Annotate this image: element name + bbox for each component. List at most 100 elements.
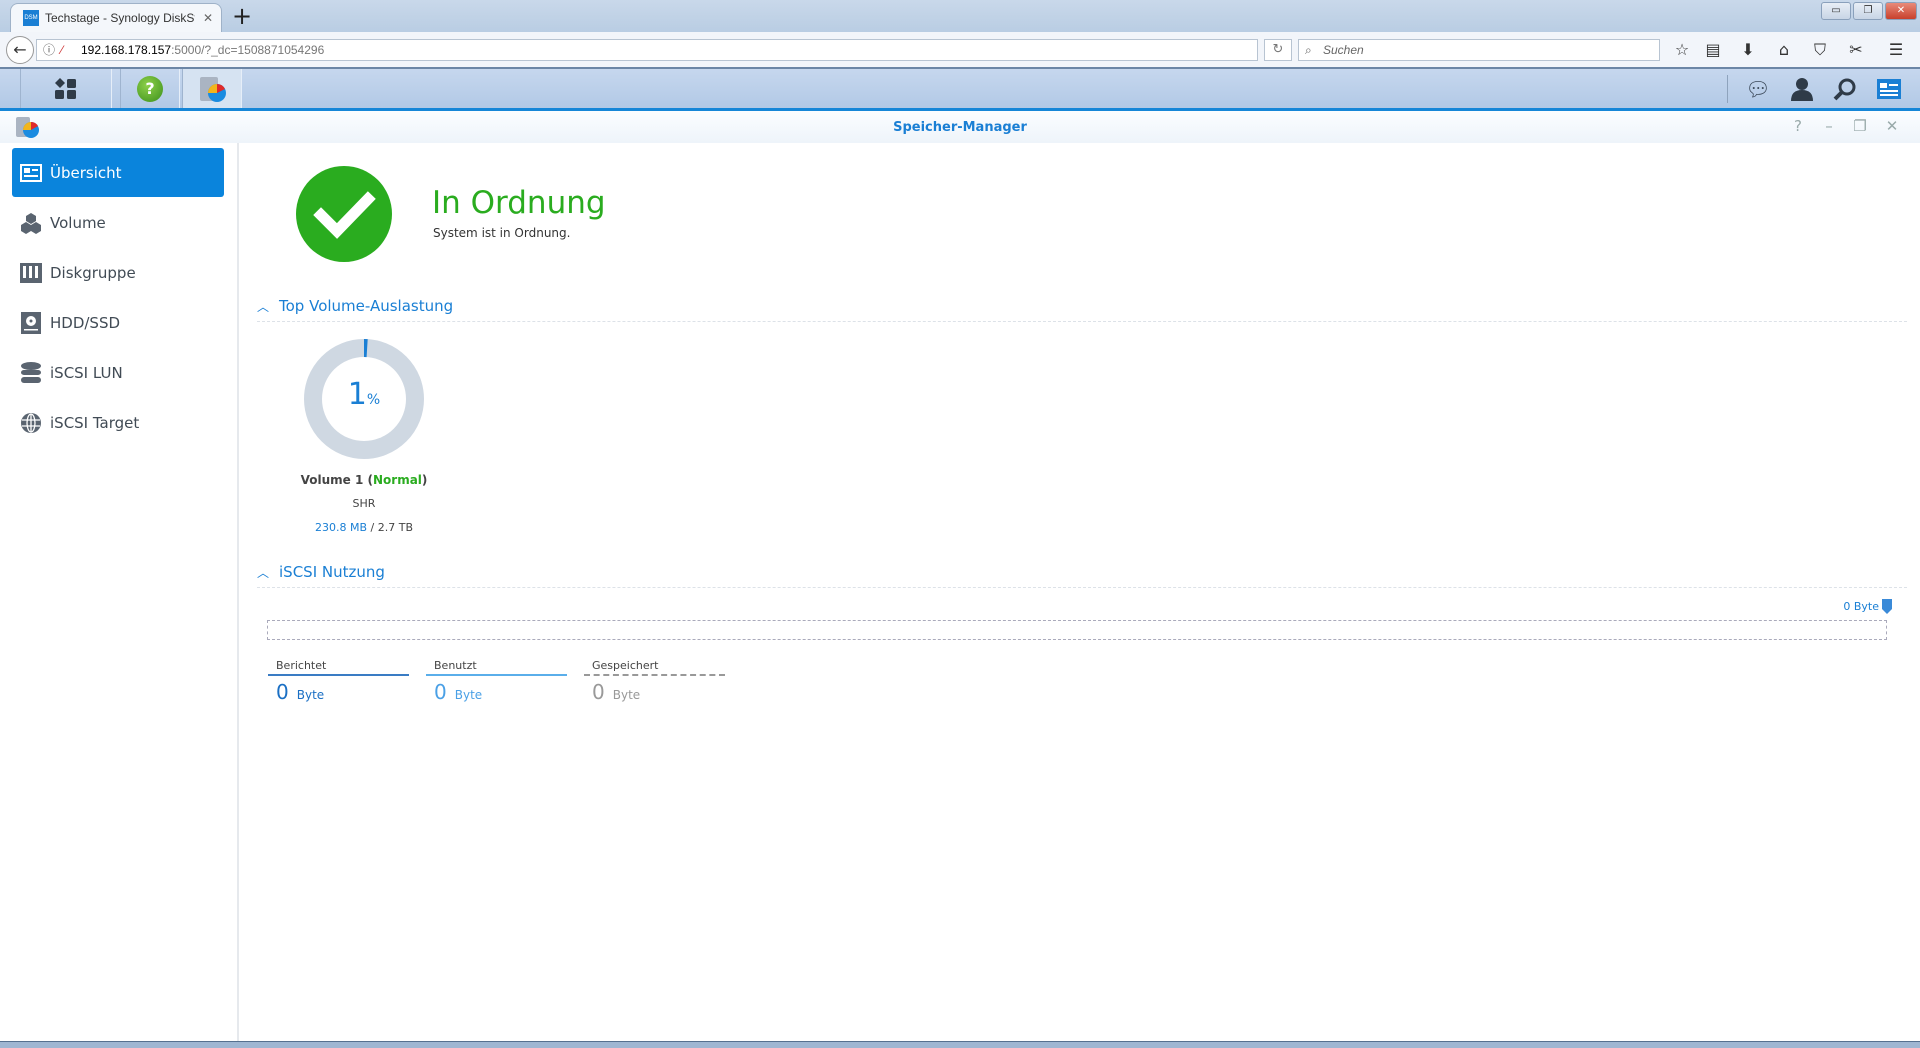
sidebar-item-label: iSCSI LUN [50,363,123,382]
stat-reported: Berichtet 0 Byte [268,659,409,704]
os-close-button[interactable]: ✕ [1885,2,1917,20]
window-header: Speicher-Manager ? – ❐ ✕ [0,111,1920,143]
user-icon[interactable] [1787,75,1817,103]
volume-used: 230.8 MB [315,521,368,534]
screenshot-icon[interactable]: ✂ [1844,40,1868,59]
volume-percent: 1% [304,377,424,412]
volume-state: Normal [372,473,422,487]
status-ok-icon [296,166,392,262]
sidebar-item-label: HDD/SSD [50,313,121,332]
search-icon: ⌕ [1305,43,1312,57]
url-bar[interactable]: ⓘ ⁄ 192.168.178.157:5000/?_dc=1508871054… [36,39,1258,61]
browser-navbar: ← ⓘ ⁄ 192.168.178.157:5000/?_dc=15088710… [0,32,1920,69]
help-icon: ? [137,75,163,102]
stat-value: 0 [276,680,289,704]
status-subtitle: System ist in Ordnung. [433,226,571,240]
percent-sign: % [366,392,381,408]
main-content: In Ordnung System ist in Ordnung. ︿ Top V… [241,143,1920,1041]
overview-icon [20,162,42,184]
sidebar-item-hdd-ssd[interactable]: HDD/SSD [12,298,224,347]
notifications-icon[interactable]: 💬︎ [1743,75,1773,103]
search-icon[interactable] [1830,75,1860,103]
os-taskbar [0,1041,1920,1048]
volume-name-text: Volume 1 [300,473,364,487]
stat-used: Benutzt 0 Byte [426,659,567,704]
window-maximize-button[interactable]: ❐ [1850,117,1870,135]
stat-label: Berichtet [268,659,409,676]
dsm-taskbar: ? 💬︎ [0,69,1920,108]
pocket-icon[interactable]: ⛉ [1808,40,1832,60]
tab-title: Techstage - Synology DiskSta [45,11,195,25]
volume-icon [20,212,42,234]
storage-manager-taskbar-button[interactable] [182,69,242,108]
volume-donut: 1% [304,339,424,459]
help-button[interactable]: ? [120,69,180,108]
iscsi-usage-bar [267,620,1887,640]
sidebar-item-label: Diskgruppe [50,263,136,282]
window-minimize-button[interactable]: – [1819,117,1839,135]
home-icon[interactable]: ⌂ [1772,40,1796,59]
storage-manager-icon [200,76,226,102]
window-help-button[interactable]: ? [1788,117,1808,135]
bookmark-star-icon[interactable]: ☆ [1670,40,1694,59]
sidebar-item-label: Übersicht [50,163,122,182]
widgets-icon[interactable] [1874,75,1904,103]
iscsi-scale-label: 0 Byte [1843,600,1879,613]
capacity-separator: / [367,521,378,534]
stat-value: 0 [592,680,605,704]
sidebar-item-diskgroup[interactable]: Diskgruppe [12,248,224,297]
sidebar-item-iscsi-target[interactable]: iSCSI Target [12,398,224,447]
sidebar: Übersicht Volume Diskgruppe HDD/SSD iSCS… [0,143,239,1041]
section-title: iSCSI Nutzung [279,563,385,581]
section-divider [257,321,1907,322]
sidebar-item-label: Volume [50,213,106,232]
volume-capacity: 230.8 MB / 2.7 TB [264,521,464,534]
stat-unit: Byte [296,688,325,702]
section-header-iscsi-usage[interactable]: ︿ iSCSI Nutzung [257,563,385,581]
diskgroup-icon [20,262,42,284]
chevron-up-icon: ︿ [257,566,270,580]
bookmarks-list-icon[interactable]: ▤ [1701,40,1725,59]
info-icon[interactable]: ⓘ [43,40,55,60]
stat-unit: Byte [612,688,641,702]
search-placeholder: Suchen [1323,43,1364,57]
taskbar-divider [1727,75,1728,103]
browser-tab-bar: DSM Techstage - Synology DiskSta ✕ + ▭ ❐… [0,0,1920,32]
main-menu-icon [55,77,76,99]
insecure-lock-icon: ⁄ [61,43,64,57]
search-input[interactable]: ⌕ Suchen [1298,39,1660,61]
stat-label: Gespeichert [584,659,725,676]
percent-value: 1 [347,377,367,412]
lun-icon [20,361,42,384]
sidebar-item-iscsi-lun[interactable]: iSCSI LUN [12,348,224,397]
sidebar-item-label: iSCSI Target [50,413,140,432]
os-restore-button[interactable]: ❐ [1853,2,1883,20]
stat-unit: Byte [454,688,483,702]
chevron-up-icon: ︿ [257,300,270,314]
url-host: 192.168.178.157 [81,43,172,57]
download-icon[interactable]: ⬇ [1736,40,1760,59]
target-icon [20,412,42,434]
stat-saved: Gespeichert 0 Byte [584,659,725,704]
window-title: Speicher-Manager [893,120,1027,135]
section-divider [257,587,1907,588]
section-title: Top Volume-Auslastung [279,297,454,315]
sidebar-item-overview[interactable]: Übersicht [12,148,224,197]
stat-label: Benutzt [426,659,567,676]
back-button[interactable]: ← [6,36,34,64]
hdd-icon [20,311,42,334]
reload-button[interactable]: ↻ [1264,39,1292,61]
window-close-button[interactable]: ✕ [1882,117,1902,135]
main-menu-button[interactable] [20,69,112,108]
menu-icon[interactable]: ☰ [1884,40,1908,59]
browser-tab[interactable]: DSM Techstage - Synology DiskSta ✕ [10,3,222,32]
close-tab-icon[interactable]: ✕ [203,11,213,25]
sidebar-item-volume[interactable]: Volume [12,198,224,247]
os-minimize-button[interactable]: ▭ [1821,2,1851,20]
new-tab-button[interactable]: + [232,2,252,30]
volume-type: SHR [352,497,376,510]
volume-total: 2.7 TB [377,521,413,534]
section-header-volume-usage[interactable]: ︿ Top Volume-Auslastung [257,297,453,315]
stat-value: 0 [434,680,447,704]
volume-name[interactable]: Volume 1 (Normal) [264,473,464,487]
